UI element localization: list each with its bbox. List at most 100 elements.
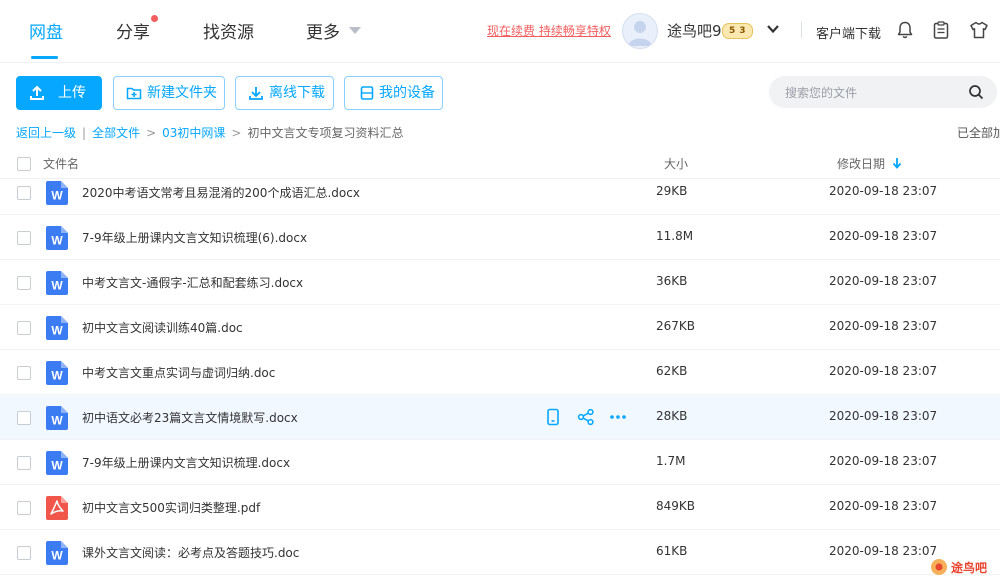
my-devices-button[interactable]: 我的设备	[344, 76, 443, 110]
word-icon: W	[46, 541, 68, 565]
file-size: 36KB	[656, 274, 688, 288]
tshirt-icon[interactable]	[969, 20, 989, 40]
svg-text:W: W	[51, 234, 63, 248]
breadcrumb-folder[interactable]: 03初中网课	[162, 126, 225, 140]
upload-icon	[30, 85, 44, 100]
svg-text:W: W	[51, 549, 63, 563]
word-icon: W	[46, 271, 68, 295]
more-options-icon[interactable]	[609, 408, 627, 426]
file-date: 2020-09-18 23:07	[829, 544, 938, 558]
row-checkbox[interactable]	[17, 501, 31, 515]
file-size: 849KB	[656, 499, 696, 513]
tab-share[interactable]: 分享	[116, 18, 150, 43]
file-size: 1.7M	[656, 454, 686, 468]
file-row[interactable]: W 中考文言文-通假字-汇总和配套练习.docx 36KB 2020-09-18…	[0, 260, 1000, 305]
device-icon	[360, 86, 374, 100]
row-checkbox[interactable]	[17, 186, 31, 200]
search-box[interactable]	[769, 76, 997, 108]
tab-find-resources[interactable]: 找资源	[203, 18, 254, 43]
file-row-hovered[interactable]: W 初中语文必考23篇文言文情境默写.docx 28KB 2020-09-18 …	[0, 395, 1000, 440]
tab-netdisk[interactable]: 网盘	[29, 18, 63, 43]
file-date: 2020-09-18 23:07	[829, 184, 938, 198]
file-row[interactable]: W 2020中考语文常考且易混淆的200个成语汇总.docx 29KB 2020…	[0, 170, 1000, 215]
loaded-status-text: 已全部加	[957, 126, 1000, 140]
more-chevron-down-icon[interactable]	[349, 27, 361, 34]
file-size: 61KB	[656, 544, 688, 558]
new-folder-icon	[126, 87, 142, 100]
username[interactable]: 途鸟吧9	[667, 20, 722, 41]
word-icon: W	[46, 316, 68, 340]
vip-level-primary: 5	[729, 26, 736, 36]
file-date: 2020-09-18 23:07	[829, 409, 938, 423]
row-checkbox[interactable]	[17, 546, 31, 560]
client-download-link[interactable]: 客户端下载	[816, 23, 881, 42]
breadcrumb-all-files[interactable]: 全部文件	[92, 126, 140, 140]
download-icon	[249, 87, 263, 100]
user-menu-chevron-down-icon[interactable]	[766, 22, 780, 36]
file-size: 29KB	[656, 184, 688, 198]
breadcrumb-separator: >	[146, 126, 157, 140]
file-name[interactable]: 课外文言文阅读：必考点及答题技巧.doc	[82, 544, 299, 561]
svg-text:W: W	[51, 414, 63, 428]
header-divider	[801, 22, 802, 38]
breadcrumb-back-link[interactable]: 返回上一级	[16, 126, 76, 140]
breadcrumb-separator: |	[82, 126, 87, 140]
file-size: 28KB	[656, 409, 688, 423]
row-checkbox[interactable]	[17, 411, 31, 425]
file-name[interactable]: 2020中考语文常考且易混淆的200个成语汇总.docx	[82, 184, 360, 201]
row-checkbox[interactable]	[17, 321, 31, 335]
row-checkbox[interactable]	[17, 366, 31, 380]
sort-descending-arrow-icon[interactable]	[892, 157, 902, 169]
svg-text:W: W	[51, 369, 63, 383]
watermark-logo: 途鸟吧	[931, 559, 987, 575]
top-navigation-bar: 网盘 分享 找资源 更多 现在续费 持续畅享特权 途鸟吧9 53 客户端下载	[0, 0, 1000, 63]
word-icon: W	[46, 226, 68, 250]
file-name[interactable]: 初中文言文500实词归类整理.pdf	[82, 499, 260, 516]
tab-more[interactable]: 更多	[306, 18, 340, 43]
renew-promo-link[interactable]: 现在续费 持续畅享特权	[487, 22, 611, 39]
file-date: 2020-09-18 23:07	[829, 499, 938, 513]
search-icon[interactable]	[968, 84, 984, 100]
share-notification-dot	[151, 15, 158, 22]
file-name[interactable]: 初中语文必考23篇文言文情境默写.docx	[82, 409, 298, 426]
file-size: 11.8M	[656, 229, 694, 243]
pdf-icon	[46, 496, 68, 520]
search-input[interactable]	[783, 82, 957, 104]
clipboard-icon[interactable]	[931, 20, 951, 40]
file-date: 2020-09-18 23:07	[829, 454, 938, 468]
file-row[interactable]: 初中文言文500实词归类整理.pdf 849KB 2020-09-18 23:0…	[0, 485, 1000, 530]
file-size: 267KB	[656, 319, 696, 333]
bell-icon[interactable]	[895, 20, 915, 40]
row-checkbox[interactable]	[17, 456, 31, 470]
offline-download-button-label: 离线下载	[269, 85, 325, 101]
new-folder-button[interactable]: 新建文件夹	[113, 76, 225, 110]
upload-button-label: 上传	[58, 85, 86, 101]
offline-download-button[interactable]: 离线下载	[235, 76, 334, 110]
file-name[interactable]: 7-9年级上册课内文言文知识梳理.docx	[82, 454, 290, 471]
file-name[interactable]: 中考文言文-通假字-汇总和配套练习.docx	[82, 274, 303, 291]
file-name[interactable]: 中考文言文重点实词与虚词归纳.doc	[82, 364, 275, 381]
file-name[interactable]: 7-9年级上册课内文言文知识梳理(6).docx	[82, 229, 307, 246]
file-row[interactable]: W 初中文言文阅读训练40篇.doc 267KB 2020-09-18 23:0…	[0, 305, 1000, 350]
word-icon: W	[46, 181, 68, 205]
breadcrumb-separator: >	[231, 126, 242, 140]
vip-level-badge[interactable]: 53	[722, 23, 753, 39]
svg-text:W: W	[51, 324, 63, 338]
row-checkbox[interactable]	[17, 231, 31, 245]
row-checkbox[interactable]	[17, 276, 31, 290]
send-to-phone-icon[interactable]	[544, 408, 562, 426]
breadcrumb-current: 初中文言文专项复习资料汇总	[247, 126, 404, 140]
svg-text:W: W	[51, 279, 63, 293]
share-icon[interactable]	[577, 408, 595, 426]
svg-text:W: W	[51, 459, 63, 473]
svg-text:W: W	[51, 189, 63, 203]
file-row[interactable]: W 中考文言文重点实词与虚词归纳.doc 62KB 2020-09-18 23:…	[0, 350, 1000, 395]
file-row[interactable]: W 7-9年级上册课内文言文知识梳理.docx 1.7M 2020-09-18 …	[0, 440, 1000, 485]
upload-button[interactable]: 上传	[16, 76, 102, 110]
file-row[interactable]: W 课外文言文阅读：必考点及答题技巧.doc 61KB 2020-09-18 2…	[0, 530, 1000, 575]
file-name[interactable]: 初中文言文阅读训练40篇.doc	[82, 319, 243, 336]
file-row[interactable]: W 7-9年级上册课内文言文知识梳理(6).docx 11.8M 2020-09…	[0, 215, 1000, 260]
select-all-checkbox[interactable]	[17, 157, 31, 171]
breadcrumb: 返回上一级 | 全部文件 >03初中网课 > 初中文言文专项复习资料汇总	[16, 124, 404, 141]
avatar[interactable]	[622, 13, 658, 49]
